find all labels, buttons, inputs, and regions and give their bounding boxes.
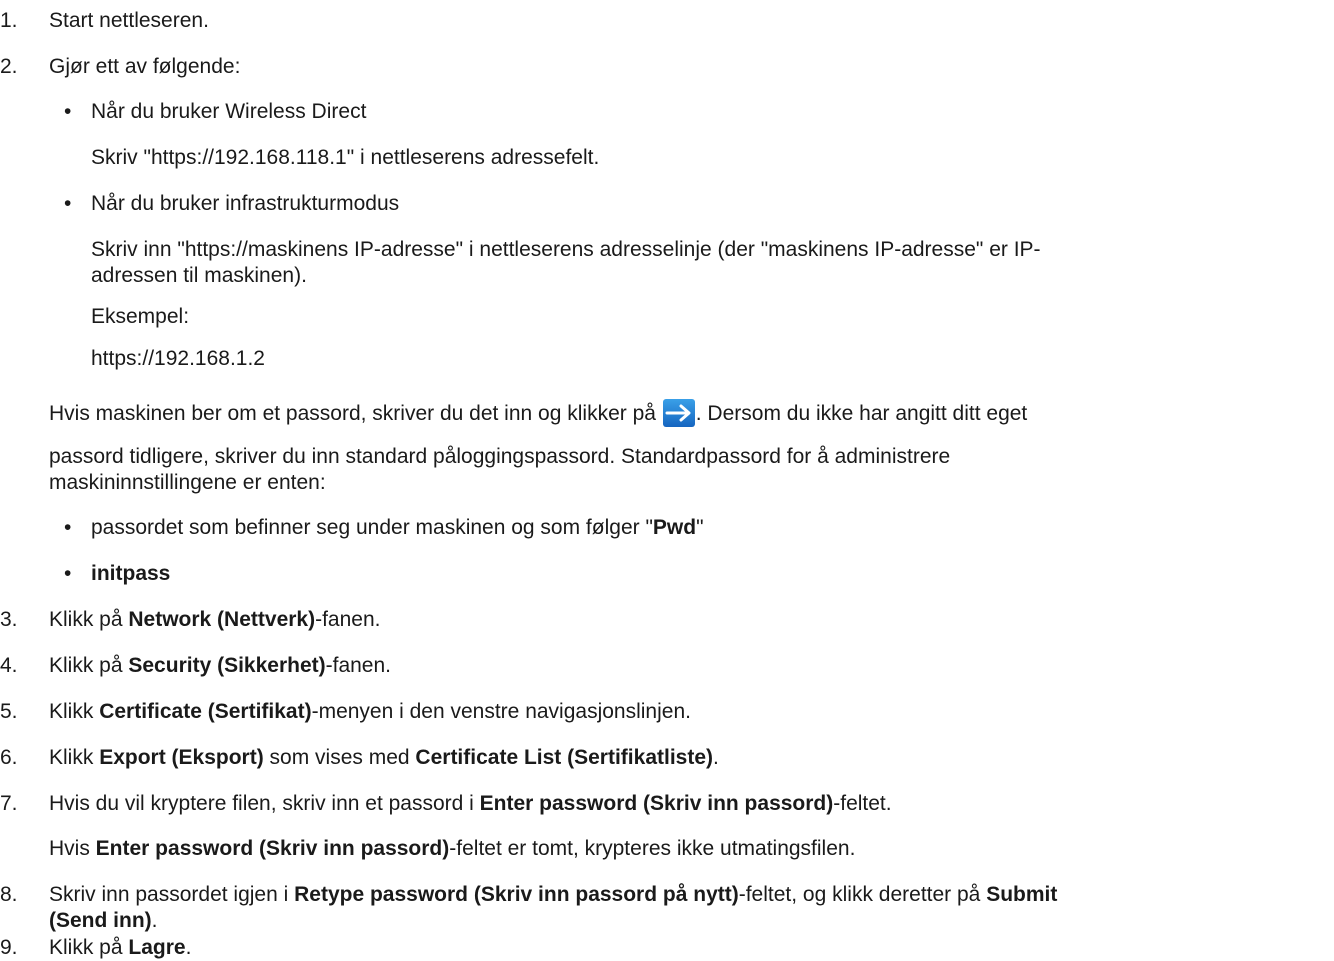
text-part: -feltet.: [833, 792, 892, 815]
text-part: Klikk på: [49, 654, 129, 677]
password-note-text: Hvis maskinen ber om et passord, skriver…: [49, 402, 662, 425]
text-part: .: [713, 746, 719, 769]
text-part: Hvis: [49, 837, 96, 860]
right-arrow-submit-icon: [662, 399, 695, 427]
step-number: 7.: [0, 792, 18, 815]
text-part: Klikk: [49, 746, 100, 769]
text-bold-part: Submit: [986, 883, 1058, 906]
list-item-body-cont: adressen til maskinen).: [91, 264, 307, 287]
example-label: Eksempel:: [91, 305, 190, 328]
step-number: 5.: [0, 700, 18, 723]
text-bold-part: Export (Eksport): [99, 746, 264, 769]
text-part: -menyen i den venstre navigasjonslinjen.: [311, 700, 691, 723]
text-part: -feltet er tomt, krypteres ikke utmating…: [449, 837, 856, 860]
step-number: 1.: [0, 9, 18, 32]
step-8-cont: (Send inn).: [49, 908, 158, 934]
step-text: Klikk på Network (Nettverk)-fanen.: [49, 607, 380, 633]
step-7-note: Hvis Enter password (Skriv inn passord)-…: [49, 836, 855, 862]
list-item-text: initpass: [91, 562, 171, 585]
text-bold-part: Certificate List (Sertifikatliste): [415, 746, 714, 769]
step-text: Gjør ett av følgende:: [49, 55, 241, 78]
list-item-title: Når du bruker infrastrukturmodus: [91, 192, 400, 215]
text-bold-part: Enter password (Skriv inn passord): [479, 792, 834, 815]
text-bold-part: Pwd: [652, 516, 697, 539]
password-note-text-cont: . Dersom du ikke har angitt ditt eget: [695, 402, 1028, 425]
bullet: •: [64, 562, 72, 585]
bullet: •: [64, 516, 72, 539]
text-part: Klikk på: [49, 936, 129, 959]
step-text: Start nettleseren.: [49, 9, 209, 32]
step-text: Hvis du vil kryptere filen, skriv inn et…: [49, 791, 892, 817]
text-part: som vises med: [263, 746, 416, 769]
text-part: Klikk på: [49, 608, 129, 631]
text-part: Klikk: [49, 700, 100, 723]
text-part: -fanen.: [315, 608, 381, 631]
text-bold-part: Network (Nettverk): [128, 608, 316, 631]
step-number: 8.: [0, 883, 18, 906]
text-part: -feltet, og klikk deretter på: [738, 883, 987, 906]
bullet: •: [64, 100, 72, 123]
list-item-body: Skriv "https://192.168.118.1" i nettlese…: [91, 146, 600, 169]
password-note-line-3: maskininnstillingene er enten:: [49, 471, 326, 494]
step-text: Skriv inn passordet igjen i Retype passw…: [49, 882, 1057, 908]
text-part: Skriv inn passordet igjen i: [49, 883, 295, 906]
step-text: Klikk på Security (Sikkerhet)-fanen.: [49, 653, 391, 679]
list-item-body: Skriv inn "https://maskinens IP-adresse"…: [91, 238, 1041, 261]
text-bold-part: (Send inn): [49, 909, 152, 932]
step-number: 3.: [0, 608, 18, 631]
text-bold-part: Certificate (Sertifikat): [99, 700, 312, 723]
step-number: 6.: [0, 746, 18, 769]
bullet: •: [64, 192, 72, 215]
step-text: Klikk Certificate (Sertifikat)-menyen i …: [49, 699, 691, 725]
step-number: 9.: [0, 936, 18, 959]
example-value: https://192.168.1.2: [91, 347, 265, 370]
password-note-line-2: passord tidligere, skriver du inn standa…: [49, 445, 951, 468]
text-part: .: [185, 936, 192, 959]
step-text: Klikk på Lagre.: [49, 935, 191, 961]
text-bold-part: Retype password (Skriv inn passord på ny…: [294, 883, 739, 906]
list-item-title: Når du bruker Wireless Direct: [91, 100, 367, 123]
text-part: passordet som befinner seg under maskine…: [91, 516, 653, 539]
step-text: Klikk Export (Eksport) som vises med Cer…: [49, 745, 719, 771]
list-item-text: passordet som befinner seg under maskine…: [91, 515, 704, 541]
text-bold-part: Enter password (Skriv inn passord): [95, 837, 450, 860]
text-bold-part: Security (Sikkerhet): [128, 654, 326, 677]
text-part: Hvis du vil kryptere filen, skriv inn et…: [49, 792, 480, 815]
text-bold-part: Lagre: [128, 936, 186, 959]
password-note-line-1: Hvis maskinen ber om et passord, skriver…: [49, 399, 1027, 427]
text-part: -fanen.: [325, 654, 392, 677]
step-number: 4.: [0, 654, 18, 677]
text-part: .: [151, 909, 158, 932]
step-number: 2.: [0, 55, 18, 78]
text-part: ": [696, 516, 704, 539]
